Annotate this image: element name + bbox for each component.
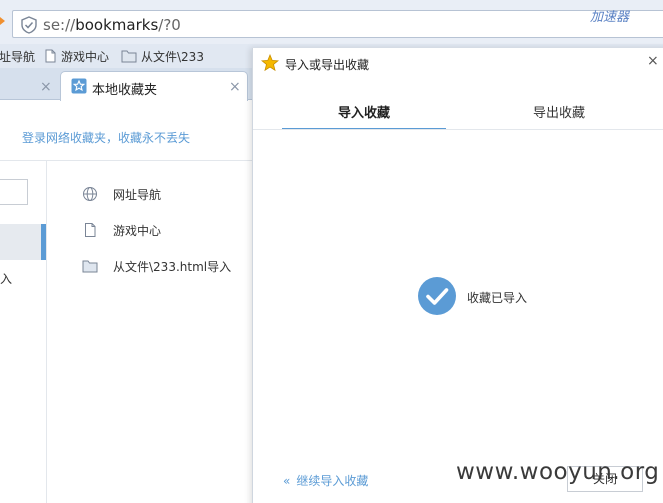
bookmark-item-folder[interactable]: 从文件\233 bbox=[121, 48, 204, 64]
import-status-text: 收藏已导入 bbox=[467, 291, 528, 305]
bookmark-item-games[interactable]: 游戏中心 bbox=[43, 48, 109, 64]
sidebar-selected-item[interactable] bbox=[0, 224, 46, 260]
import-export-dialog: 导入或导出收藏 × 导入收藏 导出收藏 收藏已导入 « 继续导入收藏 关闭 bbox=[252, 48, 663, 503]
tabs-divider bbox=[253, 129, 663, 130]
list-item-games[interactable]: 游戏中心 bbox=[82, 220, 161, 240]
double-chevron-left-icon: « bbox=[283, 474, 291, 488]
list-item-label: 游戏中心 bbox=[113, 223, 162, 238]
bookmark-label: 游戏中心 bbox=[61, 49, 110, 64]
selection-indicator bbox=[41, 224, 46, 260]
globe-icon bbox=[83, 187, 97, 201]
tab-previous[interactable]: × bbox=[0, 72, 58, 100]
dialog-close-icon[interactable]: × bbox=[647, 54, 659, 68]
url-text[interactable]: se://bookmarks/?0 bbox=[43, 16, 181, 34]
list-item-folder[interactable]: 从文件\233.html导入 bbox=[82, 256, 231, 276]
tab-close-icon[interactable]: × bbox=[229, 80, 241, 94]
star-outline-icon bbox=[71, 78, 87, 94]
continue-import-link[interactable]: « 继续导入收藏 bbox=[283, 472, 368, 489]
list-item-label: 从文件\233.html导入 bbox=[113, 259, 232, 274]
tab-close-icon[interactable]: × bbox=[40, 80, 52, 94]
header-divider bbox=[0, 160, 252, 161]
page-icon bbox=[85, 223, 96, 237]
tab-local-bookmarks[interactable]: 本地收藏夹 × bbox=[60, 71, 248, 101]
url-scheme: se: bbox=[43, 16, 66, 34]
search-input[interactable] bbox=[0, 179, 28, 205]
list-item-nav[interactable]: 网址导航 bbox=[82, 184, 161, 204]
address-bar: se://bookmarks/?0 加速器 bbox=[0, 0, 663, 44]
close-button[interactable]: 关闭 bbox=[567, 466, 643, 492]
star-icon bbox=[261, 54, 279, 72]
list-item-label: 网址导航 bbox=[113, 187, 162, 202]
url-host: bookmarks bbox=[75, 16, 159, 34]
login-prompt-link[interactable]: 登录网络收藏夹，收藏永不丢失 bbox=[22, 129, 190, 146]
page-icon bbox=[45, 49, 56, 63]
folder-icon bbox=[121, 50, 137, 63]
tab-export[interactable]: 导出收藏 bbox=[477, 102, 641, 130]
url-field[interactable]: se://bookmarks/?0 bbox=[12, 10, 663, 38]
accelerator-button[interactable]: 加速器 bbox=[590, 6, 629, 25]
security-shield-icon bbox=[21, 16, 37, 34]
bookmark-item-nav[interactable]: 址导航 bbox=[0, 48, 35, 64]
sidebar-item-label[interactable]: 入 bbox=[0, 270, 12, 287]
bookmark-label: 址导航 bbox=[0, 49, 36, 64]
url-slashes: // bbox=[65, 16, 76, 34]
success-check-icon bbox=[418, 277, 456, 315]
bookmark-label: 从文件\233 bbox=[141, 49, 204, 64]
tab-import[interactable]: 导入收藏 bbox=[282, 102, 446, 130]
dialog-title: 导入或导出收藏 bbox=[285, 58, 370, 72]
column-divider bbox=[46, 161, 47, 503]
back-arrow-icon[interactable] bbox=[0, 17, 5, 25]
continue-import-label: 继续导入收藏 bbox=[296, 474, 369, 488]
tab-label: 本地收藏夹 bbox=[92, 83, 158, 98]
url-path: /?0 bbox=[158, 16, 181, 34]
folder-icon bbox=[82, 260, 98, 273]
